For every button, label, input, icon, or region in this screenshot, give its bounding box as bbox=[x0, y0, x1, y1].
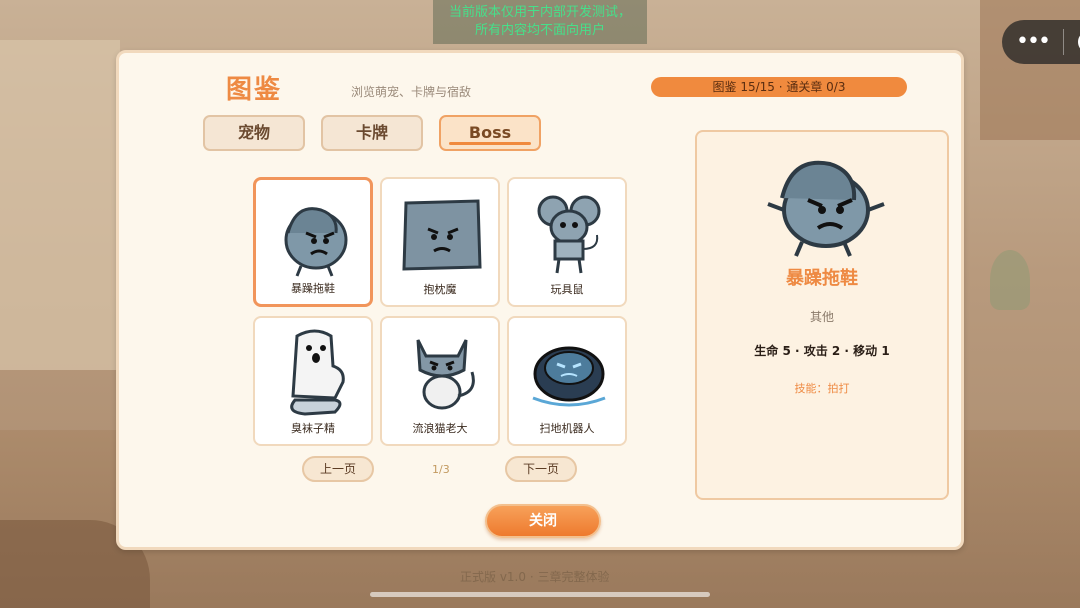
sock-ghost-icon bbox=[290, 329, 345, 416]
card-name: 臭袜子精 bbox=[291, 422, 335, 435]
pillow-monster-icon bbox=[402, 199, 482, 271]
boss-card-sock-ghost[interactable]: 臭袜子精 bbox=[253, 316, 373, 446]
card-name: 抱枕魔 bbox=[423, 283, 457, 296]
robot-vacuum-icon bbox=[532, 346, 606, 407]
collection-progress-bar: 图鉴 15/15 · 通关章 0/3 bbox=[651, 77, 907, 97]
background-plant bbox=[990, 250, 1030, 310]
version-footer: 正式版 v1.0 · 三章完整体验 bbox=[460, 570, 610, 584]
angry-slipper-icon bbox=[284, 207, 348, 277]
close-button[interactable]: 关闭 bbox=[485, 504, 601, 538]
toy-mouse-icon bbox=[537, 195, 601, 274]
boss-card-angry-slipper[interactable]: 暴躁拖鞋 bbox=[253, 177, 373, 307]
card-name: 玩具鼠 bbox=[550, 283, 584, 296]
debug-banner-line2: 所有内容均不面向用户 bbox=[474, 23, 605, 38]
capsule-divider bbox=[1062, 29, 1064, 55]
angry-slipper-icon bbox=[767, 160, 885, 257]
detail-panel: 暴躁拖鞋 其他 生命 5 · 攻击 2 · 移动 1 技能：拍打 bbox=[695, 130, 949, 500]
boss-card-stray-cat[interactable]: 流浪猫老大 bbox=[380, 316, 500, 446]
tab-pets[interactable]: 宠物 bbox=[203, 115, 305, 151]
page-subtitle: 浏览萌宠、卡牌与宿敌 bbox=[351, 85, 472, 99]
stray-cat-boss-icon bbox=[416, 339, 475, 410]
codex-panel: 图鉴 浏览萌宠、卡牌与宿敌 图鉴 15/15 · 通关章 0/3 宠物 卡牌 B… bbox=[116, 50, 964, 550]
card-name: 扫地机器人 bbox=[539, 422, 595, 435]
tab-label: 宠物 bbox=[237, 123, 270, 142]
detail-name: 暴躁拖鞋 bbox=[786, 268, 858, 289]
prev-page-button[interactable]: 上一页 bbox=[302, 456, 374, 482]
active-tab-underline bbox=[449, 142, 531, 145]
tab-boss[interactable]: Boss bbox=[439, 115, 541, 151]
mini-program-capsule: ••• bbox=[1002, 20, 1080, 64]
detail-category: 其他 bbox=[809, 310, 834, 324]
tab-label: 卡牌 bbox=[355, 123, 388, 142]
card-name: 暴躁拖鞋 bbox=[291, 282, 335, 295]
debug-banner-line1: 当前版本仅用于内部开发测试， bbox=[448, 5, 631, 20]
tab-label: Boss bbox=[468, 123, 512, 142]
detail-stats: 生命 5 · 攻击 2 · 移动 1 bbox=[754, 344, 890, 358]
next-page-button[interactable]: 下一页 bbox=[505, 456, 577, 482]
more-dots-icon[interactable]: ••• bbox=[1016, 31, 1051, 53]
debug-banner: 当前版本仅用于内部开发测试， 所有内容均不面向用户 bbox=[433, 0, 647, 44]
boss-card-toy-mouse[interactable]: 玩具鼠 bbox=[507, 177, 627, 307]
page-indicator: 1/3 bbox=[432, 463, 450, 476]
background-window bbox=[0, 40, 120, 370]
boss-card-pillow-monster[interactable]: 抱枕魔 bbox=[380, 177, 500, 307]
card-name: 流浪猫老大 bbox=[412, 422, 468, 435]
detail-skill: 技能：拍打 bbox=[794, 382, 850, 395]
page-title: 图鉴 bbox=[226, 75, 283, 105]
home-indicator[interactable] bbox=[370, 592, 710, 597]
tab-cards[interactable]: 卡牌 bbox=[321, 115, 423, 151]
boss-card-robot-vacuum[interactable]: 扫地机器人 bbox=[507, 316, 627, 446]
